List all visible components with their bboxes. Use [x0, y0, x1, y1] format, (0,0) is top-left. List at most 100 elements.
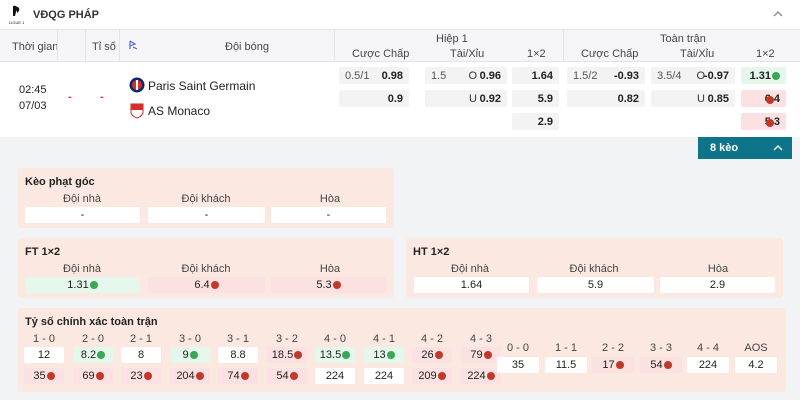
score-odds-home[interactable]: 13: [364, 347, 404, 363]
ft-over-odds: -0.97: [703, 70, 729, 82]
odds-text: 6.4: [194, 279, 210, 291]
odds-text: 1.31: [67, 279, 89, 291]
score-odds-draw[interactable]: 4.2: [735, 357, 777, 373]
score-odds-draw[interactable]: 224: [687, 357, 729, 373]
arrow-down-icon: [294, 351, 303, 359]
score-odds-away[interactable]: 224: [461, 368, 501, 384]
arrow-up-icon: [97, 351, 106, 359]
ft-1x2-panel: FT 1×2 Đội nhà Đội khách Hòa 1.31 6.4 5.…: [18, 238, 394, 298]
score-odds-home[interactable]: 8.8: [218, 347, 258, 363]
ft-handicap-home[interactable]: 1.5/2 -0.93: [567, 67, 645, 84]
score-odds-home[interactable]: 18.5: [267, 347, 307, 363]
score-label: 2 - 0: [81, 333, 104, 345]
score-odds-home[interactable]: 12: [24, 347, 64, 363]
ht-home-odds[interactable]: 1.64: [414, 277, 529, 293]
ft-1x2-draw[interactable]: 5.3: [741, 113, 786, 130]
score-label: 2 - 1: [129, 333, 152, 345]
home-team[interactable]: Paris Saint Germain: [148, 79, 255, 93]
league-name: VĐQG PHÁP: [33, 9, 100, 21]
ft-away-odds[interactable]: 6.4: [148, 277, 265, 293]
score-odds-away[interactable]: 204: [170, 368, 210, 384]
col-score: Tỉ số: [92, 41, 116, 53]
score-odds-away[interactable]: 209: [412, 368, 452, 384]
h1-over-label: O: [468, 70, 477, 82]
arrow-down-icon: [615, 361, 624, 369]
score-label: 3 - 1: [226, 333, 249, 345]
arrow-down-icon: [289, 372, 298, 380]
h1-1x2-home[interactable]: 1.64: [512, 67, 559, 84]
score-label: 4 - 1: [372, 333, 395, 345]
score-odds-home[interactable]: 8: [121, 347, 161, 363]
odds-value: 6.4: [765, 93, 780, 105]
ht-away-odds[interactable]: 5.9: [537, 277, 654, 293]
odds-value: 5.3: [765, 116, 780, 128]
score-odds-home[interactable]: 8.2: [73, 347, 113, 363]
ht-draw-odds[interactable]: 2.9: [660, 277, 775, 293]
ft-1x2-home[interactable]: 1.31: [741, 67, 786, 84]
ft-under-odds: 0.85: [707, 93, 729, 105]
ft-1x2-away[interactable]: 6.4: [741, 90, 786, 107]
odds-text: 18.5: [271, 349, 294, 361]
h1-handicap-line: 0.5/1: [345, 70, 370, 82]
score-odds-home[interactable]: 9: [170, 347, 210, 363]
corner-away-odds[interactable]: -: [148, 207, 265, 223]
arrow-down-icon: [95, 372, 104, 380]
score-odds-away[interactable]: 54: [267, 368, 307, 384]
score-odds-home[interactable]: 79: [461, 347, 501, 363]
h1-1x2-draw[interactable]: 2.9: [512, 113, 559, 130]
h1-1x2-away[interactable]: 5.9: [512, 90, 559, 107]
odds-text: 12: [37, 349, 51, 361]
arrow-down-icon: [195, 372, 204, 380]
score-odds-home[interactable]: 13.5: [315, 347, 355, 363]
col-h1-ou: Tài/Xỉu: [450, 48, 485, 60]
score-label: 2 - 2: [601, 342, 624, 354]
col-ft-handicap: Cược Chấp: [581, 48, 639, 60]
correct-score-panel: Tỷ số chính xác toàn trận 1 - 0 12 35 2 - 0…: [18, 308, 786, 392]
arrow-down-icon: [766, 96, 774, 104]
h1-handicap-away[interactable]: 0.9: [339, 90, 409, 107]
ft-draw-odds[interactable]: 5.3: [271, 277, 386, 293]
odds-text: 204: [176, 370, 195, 382]
score-odds-away[interactable]: 23: [121, 368, 161, 384]
ft-handicap-away[interactable]: 0.82: [567, 90, 645, 107]
odds-value: 1.64: [531, 70, 553, 82]
score-odds-away[interactable]: 224: [364, 368, 404, 384]
h1-handicap-home[interactable]: 0.5/1 0.98: [339, 67, 409, 84]
more-odds-label: 8 kèo: [710, 142, 739, 154]
ft-home-odds[interactable]: 1.31: [25, 277, 140, 293]
score-odds-away[interactable]: 35: [24, 368, 64, 384]
league-header[interactable]: LIGUE 1 VĐQG PHÁP: [0, 0, 800, 30]
chevron-up-icon[interactable]: [772, 8, 784, 20]
arrow-down-icon: [240, 372, 249, 380]
score-away: -: [100, 91, 104, 103]
more-odds-button[interactable]: 8 kèo: [698, 137, 792, 159]
score-odds-away[interactable]: 74: [218, 368, 258, 384]
match-row[interactable]: 02:45 07/03 - - Paris Saint Germain AS M…: [0, 62, 800, 137]
ft-over[interactable]: 3.5/4 O -0.97: [651, 67, 735, 84]
odds-text: 35: [511, 359, 525, 371]
score-label: 3 - 0: [178, 333, 201, 345]
monaco-crest-icon: [130, 103, 144, 119]
corner-home-odds[interactable]: -: [25, 207, 140, 223]
score-odds-away[interactable]: 69: [73, 368, 113, 384]
arrow-down-icon: [210, 281, 219, 289]
corner-draw-odds[interactable]: -: [271, 207, 386, 223]
score-odds-draw[interactable]: 54: [640, 357, 682, 373]
score-label: 3 - 2: [275, 333, 298, 345]
col-teams: Đội bóng: [225, 41, 270, 53]
h1-under[interactable]: U 0.92: [425, 90, 507, 107]
ft-label-home: Đội nhà: [63, 263, 101, 275]
score-odds-away[interactable]: 224: [315, 368, 355, 384]
ht-label-away: Đội khách: [569, 263, 619, 275]
away-team[interactable]: AS Monaco: [148, 104, 210, 118]
score-odds-draw[interactable]: 17: [592, 357, 634, 373]
ft-under[interactable]: U 0.85: [651, 90, 735, 107]
h1-under-label: U: [469, 93, 477, 105]
score-label: 4 - 0: [323, 333, 346, 345]
h1-over[interactable]: 1.5 O 0.96: [425, 67, 507, 84]
odds-text: 8.2: [80, 349, 97, 361]
score-odds-draw[interactable]: 35: [497, 357, 539, 373]
score-odds-home[interactable]: 26: [412, 347, 452, 363]
score-odds-draw[interactable]: 11.5: [545, 357, 587, 373]
odds-text: 13: [373, 349, 386, 361]
